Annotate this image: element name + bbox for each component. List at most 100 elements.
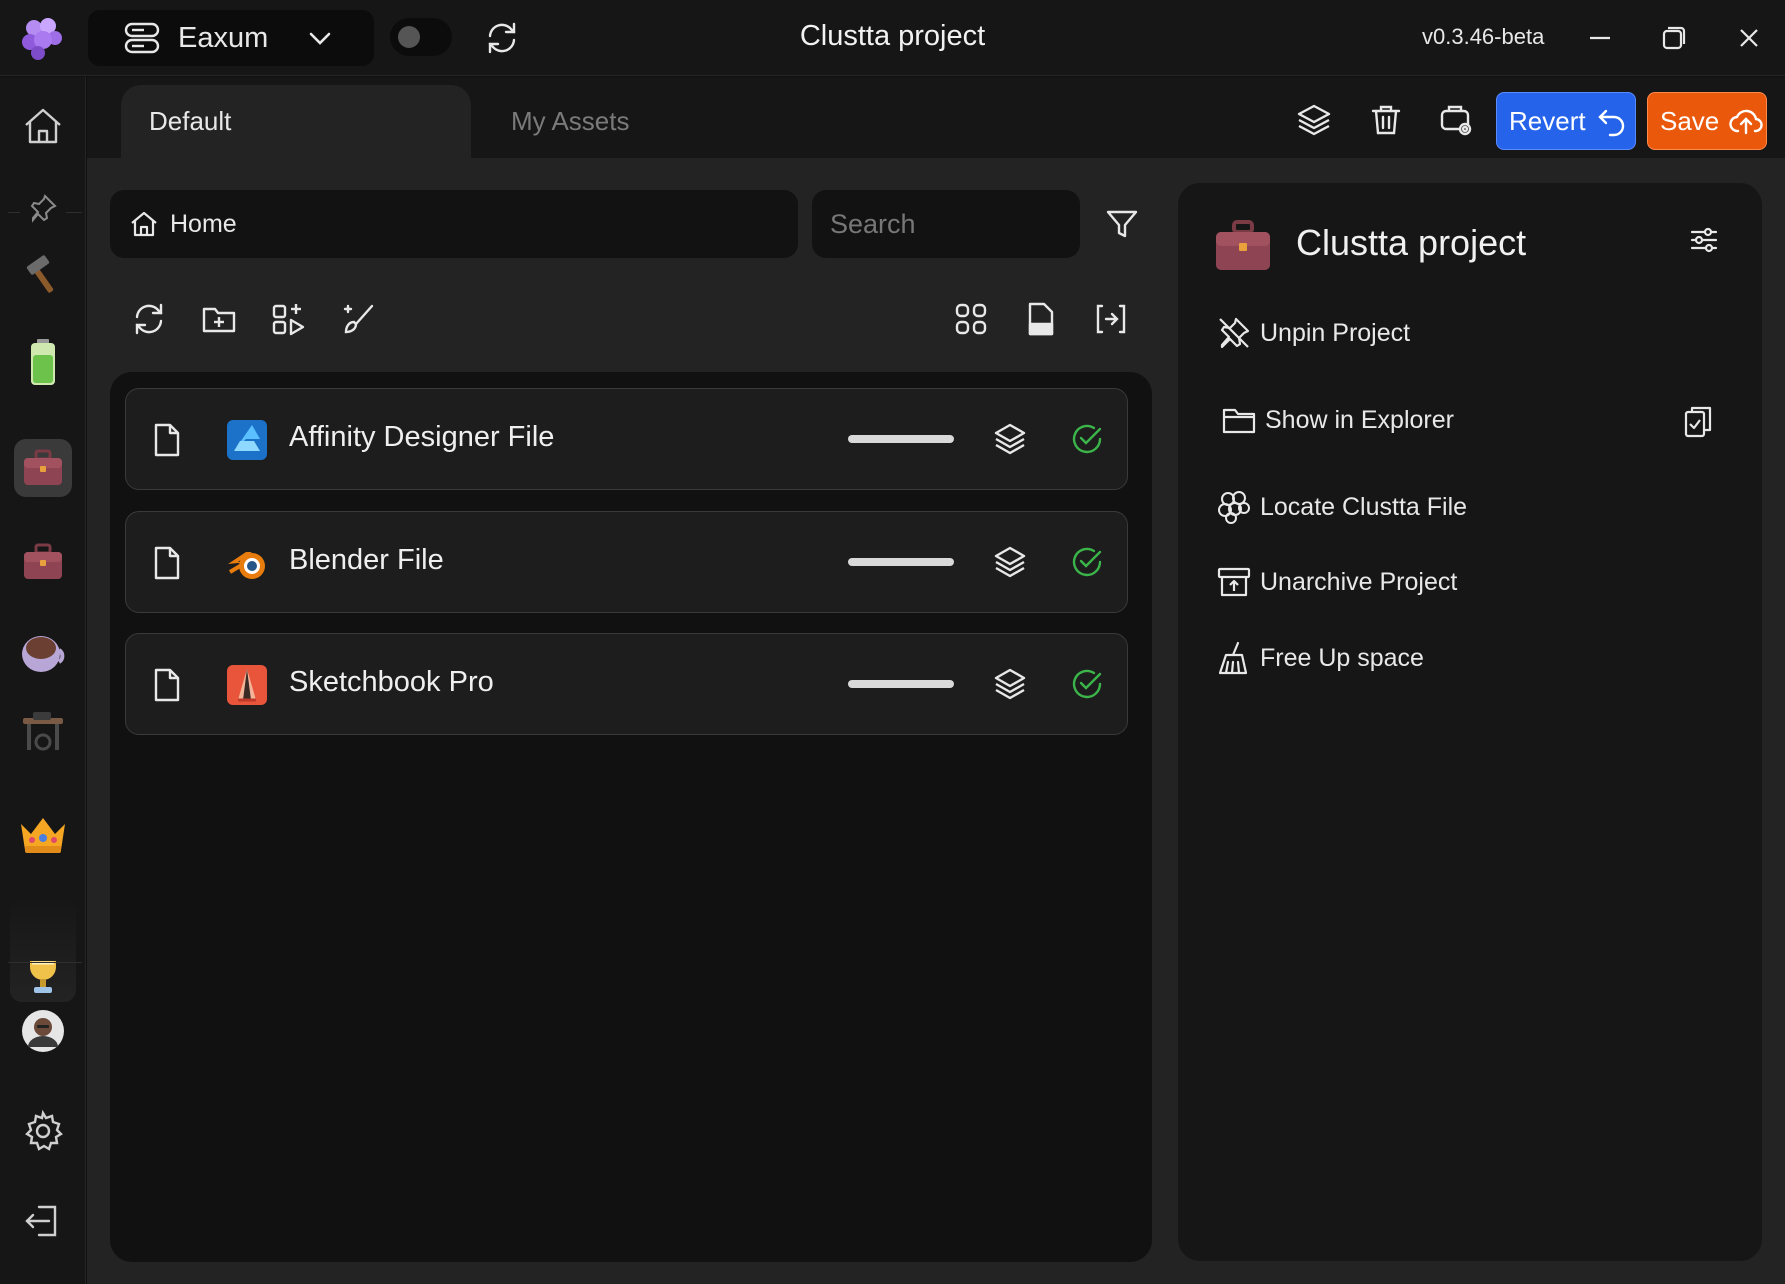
progress-bar	[848, 558, 954, 566]
sketchbook-icon	[227, 665, 267, 705]
pin-icon	[30, 194, 57, 223]
layers-icon[interactable]	[992, 421, 1028, 457]
toggle-knob	[398, 26, 420, 48]
close-icon[interactable]	[1731, 20, 1767, 56]
unarchive-project-action[interactable]: Unarchive Project	[1216, 562, 1457, 602]
progress-bar	[848, 680, 954, 688]
copy-path-icon[interactable]	[1682, 404, 1714, 440]
action-label: Locate Clustta File	[1260, 492, 1468, 521]
storage-settings-icon[interactable]	[1437, 101, 1475, 139]
layers-icon[interactable]	[992, 544, 1028, 580]
revert-button[interactable]: Revert	[1496, 92, 1636, 150]
progress-bar	[848, 435, 954, 443]
gear-icon	[25, 1109, 63, 1151]
layers-icon[interactable]	[992, 666, 1028, 702]
briefcase-icon	[24, 543, 62, 579]
sidebar-item-crown-project[interactable]	[14, 805, 72, 863]
battery-icon	[31, 339, 55, 385]
breadcrumb-home[interactable]: Home	[170, 210, 237, 239]
briefcase-icon	[1216, 220, 1270, 270]
chevron-down-icon	[309, 32, 331, 45]
briefcase-icon	[24, 449, 62, 485]
maximize-icon[interactable]	[1656, 20, 1692, 56]
tab-default[interactable]: Default	[121, 85, 471, 158]
sidebar-item-hammer-project[interactable]	[14, 245, 72, 303]
folder-icon	[1222, 408, 1256, 434]
file-list-panel	[110, 372, 1152, 1262]
sidebar-item-sewing-project[interactable]	[14, 703, 72, 761]
unpin-icon	[1219, 317, 1250, 349]
code-expand-icon[interactable]	[1092, 300, 1130, 338]
trash-icon[interactable]	[1367, 101, 1405, 139]
sidebar-item-home[interactable]	[14, 97, 72, 155]
brush-icon[interactable]	[340, 300, 378, 338]
sidebar-item-briefcase-project[interactable]	[14, 533, 72, 591]
add-media-icon[interactable]	[270, 300, 308, 338]
synced-check-icon	[1072, 424, 1102, 454]
breadcrumb[interactable]: Home	[110, 190, 798, 258]
save-button[interactable]: Save	[1647, 92, 1767, 150]
search-input[interactable]	[812, 190, 1080, 258]
file-name: Affinity Designer File	[289, 421, 555, 453]
tab-my-assets[interactable]: My Assets	[483, 85, 657, 158]
file-row[interactable]: Blender File	[125, 511, 1128, 613]
filter-icon[interactable]	[1104, 206, 1140, 242]
refresh-icon[interactable]	[130, 300, 168, 338]
home-icon	[25, 108, 61, 144]
sidebar-item-logout[interactable]	[14, 1192, 72, 1250]
sync-icon[interactable]	[484, 20, 520, 56]
action-label: Unpin Project	[1260, 318, 1411, 347]
title-bar: Eaxum Clustta project v0.3.46-beta	[0, 0, 1785, 76]
file-row[interactable]: Sketchbook Pro	[125, 633, 1128, 735]
synced-check-icon	[1072, 669, 1102, 699]
coffee-cup-icon	[22, 636, 65, 672]
cloud-upload-icon	[1729, 109, 1763, 135]
unpin-project-action[interactable]: Unpin Project	[1216, 313, 1410, 353]
crown-icon	[21, 818, 65, 853]
file-icon	[154, 668, 180, 702]
clustta-logo-icon	[1218, 491, 1250, 524]
home-icon	[131, 211, 157, 237]
affinity-designer-icon	[227, 420, 267, 460]
blender-icon	[228, 552, 265, 579]
action-label: Unarchive Project	[1260, 567, 1458, 596]
sidebar-item-settings[interactable]	[14, 1102, 72, 1160]
document-view-icon[interactable]	[1022, 300, 1060, 338]
connection-toggle[interactable]	[390, 18, 452, 56]
revert-label: Revert	[1509, 105, 1586, 136]
sliders-icon[interactable]	[1688, 224, 1720, 256]
server-icon	[124, 22, 160, 54]
file-icon	[154, 423, 180, 457]
synced-check-icon	[1072, 547, 1102, 577]
sidebar-item-pinned[interactable]	[20, 183, 66, 233]
grid-view-icon[interactable]	[952, 300, 990, 338]
show-in-explorer-action[interactable]: Show in Explorer	[1221, 400, 1454, 440]
broom-icon	[1218, 641, 1248, 675]
sidebar-item-briefcase-project-active[interactable]	[14, 439, 72, 497]
new-folder-icon[interactable]	[200, 300, 238, 338]
layers-icon[interactable]	[1295, 101, 1333, 139]
locate-clustta-file-action[interactable]: Locate Clustta File	[1216, 487, 1467, 527]
file-name: Blender File	[289, 544, 444, 576]
sidebar-item-battery-project[interactable]	[14, 333, 72, 391]
rail-divider	[8, 962, 82, 963]
project-title: Clustta project	[1296, 222, 1527, 263]
save-label: Save	[1660, 105, 1720, 136]
free-up-space-action[interactable]: Free Up space	[1216, 638, 1424, 678]
clustta-logo-icon[interactable]	[18, 14, 66, 62]
hammer-icon	[26, 255, 54, 293]
archive-icon	[1217, 567, 1251, 597]
action-label: Free Up space	[1260, 643, 1424, 672]
sidebar-item-coffee-project[interactable]	[14, 623, 72, 681]
minimize-icon[interactable]	[1582, 20, 1618, 56]
version-label: v0.3.46-beta	[1422, 24, 1545, 49]
sidebar-rail	[0, 77, 86, 1284]
logout-icon	[25, 1205, 57, 1237]
file-icon	[154, 546, 180, 580]
file-name: Sketchbook Pro	[289, 666, 494, 698]
sidebar-item-account[interactable]	[14, 1002, 72, 1060]
workspace-selector[interactable]: Eaxum	[88, 10, 374, 66]
action-label: Show in Explorer	[1265, 405, 1454, 434]
sidebar-item-trophy-project[interactable]	[14, 947, 72, 1005]
file-row[interactable]: Affinity Designer File	[125, 388, 1128, 490]
